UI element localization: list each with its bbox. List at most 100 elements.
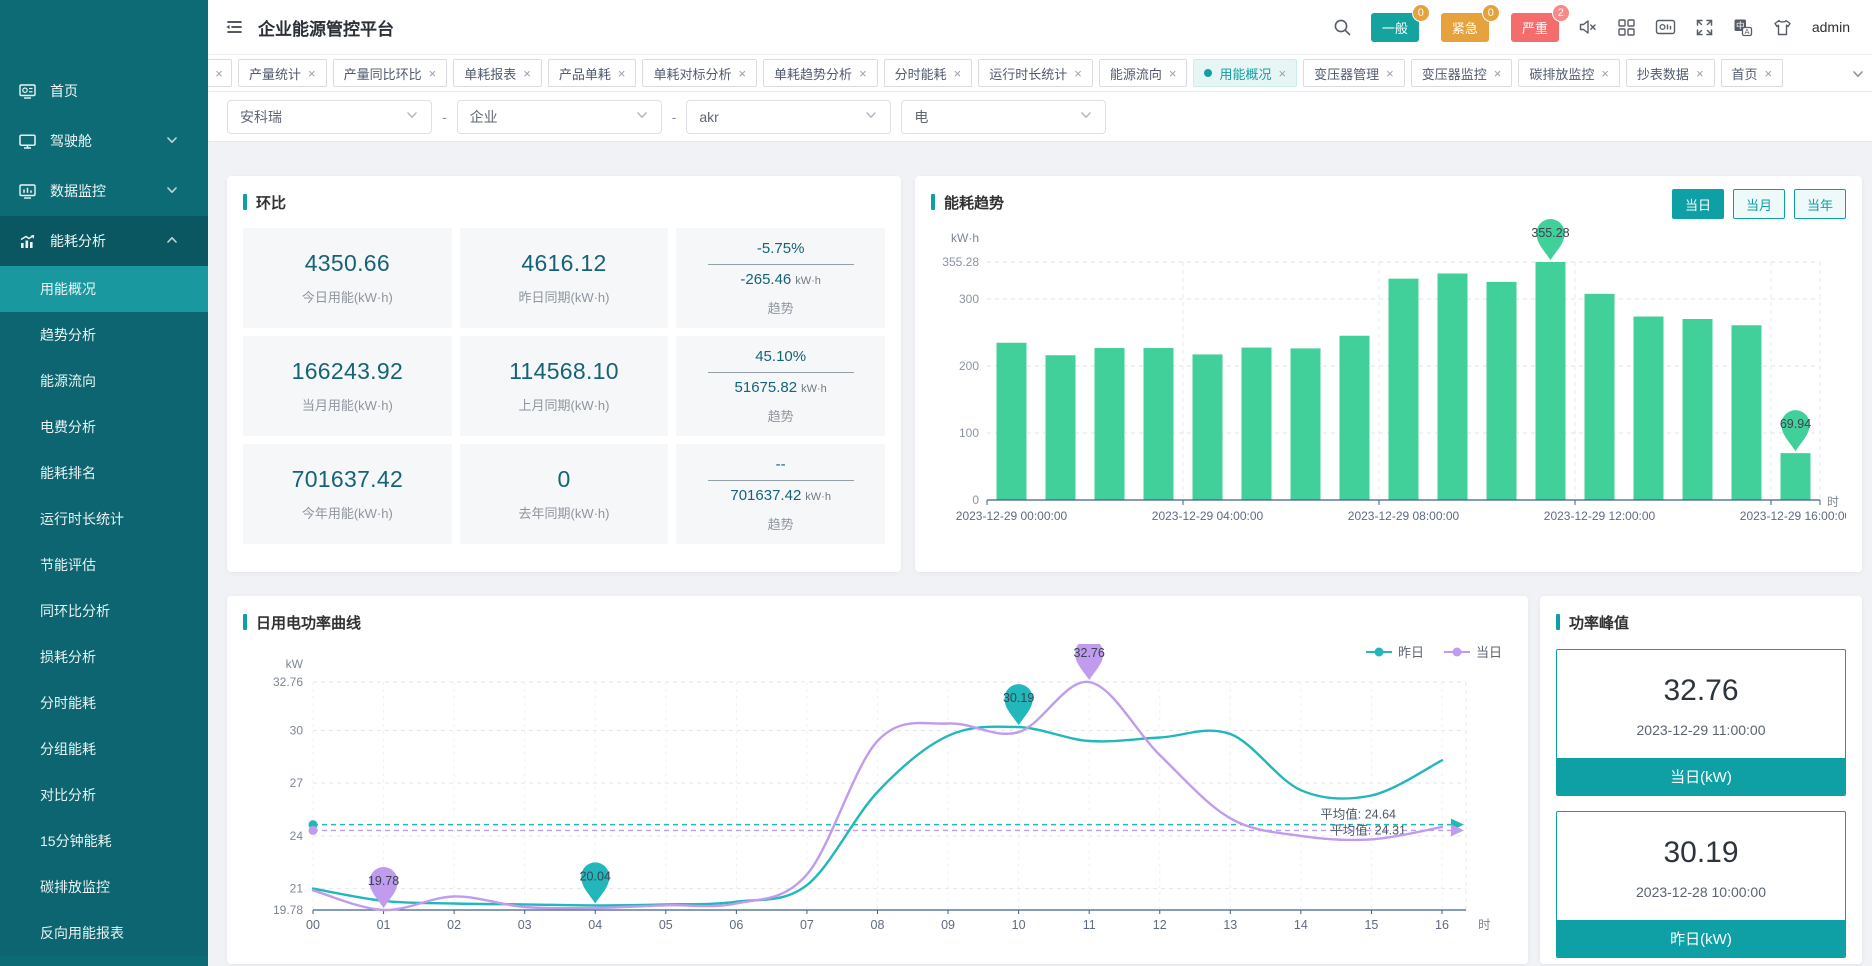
trend-divider xyxy=(708,264,854,265)
sidebar-collapse-icon[interactable] xyxy=(224,17,244,37)
tab-close-icon[interactable]: × xyxy=(308,67,316,80)
tab-close-icon[interactable]: × xyxy=(1696,67,1704,80)
tab-label: 单耗趋势分析 xyxy=(774,64,852,83)
peak-time: 2023-12-28 10:00:00 xyxy=(1557,884,1845,900)
sidebar-subitem-分时能耗[interactable]: 分时能耗 xyxy=(0,680,208,726)
alarm-badge-严重[interactable]: 严重2 xyxy=(1511,13,1559,42)
tab-close-icon[interactable]: × xyxy=(1765,67,1773,80)
user-menu[interactable]: admin xyxy=(1812,19,1850,35)
range-button-当月[interactable]: 当月 xyxy=(1733,189,1785,219)
peak-value: 32.76 xyxy=(1557,674,1845,708)
alarm-badge-紧急[interactable]: 紧急0 xyxy=(1441,13,1489,42)
tab-产量统计[interactable]: 产量统计 × xyxy=(238,59,327,87)
sidebar-subitem-碳排放监控[interactable]: 碳排放监控 xyxy=(0,864,208,910)
tab-label: 分时能耗 xyxy=(895,64,947,83)
tab-变压器管理[interactable]: 变压器管理 × xyxy=(1303,59,1405,87)
tab-close-icon[interactable]: × xyxy=(1494,67,1502,80)
peak-time: 2023-12-29 11:00:00 xyxy=(1557,722,1845,738)
select-value: 安科瑞 xyxy=(240,107,282,127)
tab-close-icon[interactable]: × xyxy=(738,67,746,80)
tab-close-icon[interactable]: × xyxy=(1169,67,1177,80)
volume-mute-icon[interactable] xyxy=(1578,17,1598,37)
legend-marker-icon xyxy=(1366,647,1392,657)
peak-card-昨日(kW): 30.192023-12-28 10:00:00昨日(kW) xyxy=(1556,811,1846,958)
tab-close-icon[interactable]: × xyxy=(523,67,531,80)
range-button-当年[interactable]: 当年 xyxy=(1794,189,1846,219)
filter-select-2[interactable]: 企业 xyxy=(457,100,662,134)
svg-text:19.78: 19.78 xyxy=(273,903,303,917)
sidebar-subitem-能源流向[interactable]: 能源流向 xyxy=(0,358,208,404)
svg-text:06: 06 xyxy=(729,918,743,932)
tab-label: 能源流向 xyxy=(1110,64,1162,83)
tab-单耗对标分析[interactable]: 单耗对标分析× xyxy=(642,59,757,87)
tab-close-icon[interactable]: × xyxy=(954,67,962,80)
tab-用能概况[interactable]: 用能概况× xyxy=(1193,59,1297,87)
legend-item-昨日[interactable]: 昨日 xyxy=(1366,642,1424,661)
screen-cast-icon[interactable] xyxy=(1655,18,1676,37)
svg-text:时: 时 xyxy=(1827,495,1839,509)
alarm-count-badge: 2 xyxy=(1552,4,1570,22)
tab-close-icon[interactable]: × xyxy=(1601,67,1609,80)
active-tab-dot xyxy=(1204,69,1212,77)
translate-icon[interactable]: 中A xyxy=(1733,18,1753,37)
tab-close-icon[interactable]: × xyxy=(429,67,437,80)
tab-close-icon[interactable]: × xyxy=(618,67,626,80)
filter-select-1[interactable]: 安科瑞 xyxy=(227,100,432,134)
sidebar-subitem-同环比分析[interactable]: 同环比分析 xyxy=(0,588,208,634)
tab-label: 变压器管理 xyxy=(1314,64,1379,83)
sidebar-item-能耗分析[interactable]: 能耗分析 xyxy=(0,216,208,266)
tab-分时能耗[interactable]: 分时能耗 × xyxy=(884,59,973,87)
tab-单耗趋势分析[interactable]: 单耗趋势分析 × xyxy=(763,59,878,87)
tab-partial[interactable]: × xyxy=(208,59,232,87)
tab-碳排放监控[interactable]: 碳排放监控× xyxy=(1518,59,1620,87)
sidebar-item-首页[interactable]: 首页 xyxy=(0,66,208,116)
sidebar-subitem-运行时长统计[interactable]: 运行时长统计 xyxy=(0,496,208,542)
tab-产品单耗[interactable]: 产品单耗× xyxy=(548,59,637,87)
range-button-当日[interactable]: 当日 xyxy=(1672,189,1724,219)
chevron-down-icon xyxy=(405,108,419,125)
fullscreen-icon[interactable] xyxy=(1695,18,1714,37)
energy-trend-bar-chart: 0100200300355.28kW·h2023-12-29 00:00:002… xyxy=(931,214,1846,544)
tab-能源流向[interactable]: 能源流向 × xyxy=(1099,59,1188,87)
sidebar-subitem-反向用能报表[interactable]: 反向用能报表 xyxy=(0,910,208,956)
theme-shirt-icon[interactable] xyxy=(1772,18,1793,37)
tab-close-icon[interactable]: × xyxy=(1386,67,1394,80)
peak-value: 30.19 xyxy=(1557,836,1845,870)
panel-energy-trend: 能耗趋势 当日当月当年 0100200300355.28kW·h2023-12-… xyxy=(915,176,1862,572)
tab-运行时长统计[interactable]: 运行时长统计× xyxy=(978,59,1093,87)
trend-percent: -- xyxy=(776,456,786,473)
sidebar-subitem-趋势分析[interactable]: 趋势分析 xyxy=(0,312,208,358)
sidebar-subitem-损耗分析[interactable]: 损耗分析 xyxy=(0,634,208,680)
tab-label: 产量统计 xyxy=(249,64,301,83)
filter-select-3[interactable]: akr xyxy=(686,100,891,134)
trend-card-row1: -5.75%-265.46kW·h趋势 xyxy=(676,228,885,328)
tab-close-icon[interactable]: × xyxy=(1279,67,1287,80)
tab-close-icon[interactable]: × xyxy=(859,67,867,80)
sidebar-subitem-节能评估[interactable]: 节能评估 xyxy=(0,542,208,588)
tab-产量同比环比[interactable]: 产量同比环比× xyxy=(333,59,448,87)
sidebar-subitem-能耗排名[interactable]: 能耗排名 xyxy=(0,450,208,496)
tab-close-icon[interactable]: × xyxy=(1074,67,1082,80)
stat-label: 今日用能(kW·h) xyxy=(302,287,393,306)
tab-单耗报表[interactable]: 单耗报表× xyxy=(453,59,542,87)
trend-divider xyxy=(708,372,854,373)
tab-close-icon[interactable]: × xyxy=(215,67,223,80)
legend-item-当日[interactable]: 当日 xyxy=(1444,642,1502,661)
layout-grid-icon[interactable] xyxy=(1617,18,1636,37)
sidebar-subitem-15分钟能耗[interactable]: 15分钟能耗 xyxy=(0,818,208,864)
tab-抄表数据[interactable]: 抄表数据× xyxy=(1626,59,1715,87)
tab-首页[interactable]: 首页× xyxy=(1721,59,1784,87)
search-icon[interactable] xyxy=(1333,18,1352,37)
sidebar-subitem-电费分析[interactable]: 电费分析 xyxy=(0,404,208,450)
chevron-down-icon[interactable] xyxy=(1851,67,1865,86)
chevron-down-icon xyxy=(1079,108,1093,125)
sidebar-subitem-对比分析[interactable]: 对比分析 xyxy=(0,772,208,818)
sidebar-item-数据监控[interactable]: 数据监控 xyxy=(0,166,208,216)
filter-select-4[interactable]: 电 xyxy=(901,100,1106,134)
sidebar-item-驾驶舱[interactable]: 驾驶舱 xyxy=(0,116,208,166)
svg-text:30.19: 30.19 xyxy=(1003,691,1034,705)
tab-变压器监控[interactable]: 变压器监控× xyxy=(1411,59,1513,87)
sidebar-subitem-用能概况[interactable]: 用能概况 xyxy=(0,266,208,312)
sidebar-subitem-分组能耗[interactable]: 分组能耗 xyxy=(0,726,208,772)
alarm-badge-一般[interactable]: 一般0 xyxy=(1371,13,1419,42)
